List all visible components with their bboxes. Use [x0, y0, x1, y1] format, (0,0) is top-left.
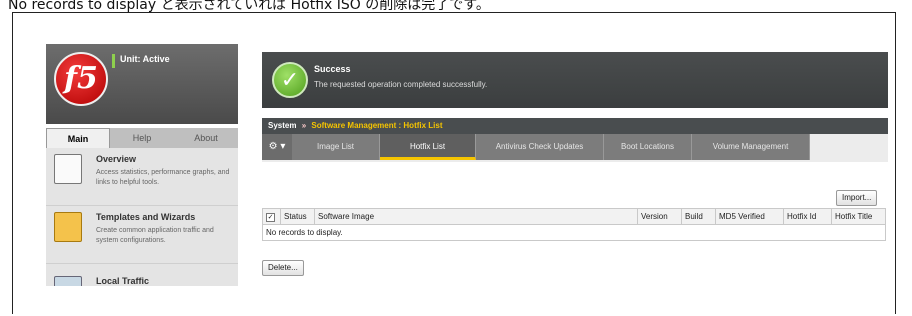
column-status[interactable]: Status [280, 208, 315, 225]
nav-item-templates-wizards[interactable]: Templates and Wizards Create common appl… [46, 206, 238, 264]
nav-item-desc: Access statistics, performance graphs, a… [96, 169, 230, 186]
f5-logo[interactable]: f5 [54, 52, 108, 106]
gear-icon: ⚙ [268, 141, 278, 152]
tab-antivirus-check-updates[interactable]: Antivirus Check Updates [476, 134, 604, 160]
table-row: No records to display. [262, 224, 886, 241]
unit-status: Unit: Active [120, 54, 170, 64]
tab-hotfix-list[interactable]: Hotfix List [380, 134, 476, 160]
tab-boot-locations[interactable]: Boot Locations [604, 134, 692, 160]
breadcrumb-root[interactable]: System [268, 121, 296, 130]
tab-help[interactable]: Help [110, 128, 174, 148]
unit-status-indicator [112, 54, 115, 68]
tab-volume-management[interactable]: Volume Management [692, 134, 810, 160]
column-md5-verified[interactable]: MD5 Verified [715, 208, 784, 225]
sub-navigation: ⚙ ▾ Image List Hotfix List Antivirus Che… [262, 134, 888, 162]
select-all-checkbox[interactable]: ✓ [262, 208, 281, 225]
column-build[interactable]: Build [681, 208, 716, 225]
overview-icon [54, 154, 82, 184]
column-hotfix-title[interactable]: Hotfix Title [831, 208, 886, 225]
nav-item-title: Overview [96, 154, 137, 164]
success-check-icon: ✓ [272, 62, 308, 98]
tab-main[interactable]: Main [46, 128, 110, 148]
empty-message: No records to display. [262, 224, 886, 241]
breadcrumb-path: Software Management : Hotfix List [311, 121, 443, 130]
nav-item-desc: Create common application traffic and sy… [96, 227, 214, 244]
success-banner: ✓ Success The requested operation comple… [262, 52, 888, 108]
nav-item-overview[interactable]: Overview Access statistics, performance … [46, 148, 238, 206]
nav-item-local-traffic[interactable]: Local Traffic [46, 264, 238, 286]
import-button[interactable]: Import... [836, 190, 878, 206]
delete-button[interactable]: Delete... [262, 260, 304, 276]
f5-config-utility: f5 Unit: Active ✓ Success The requested … [46, 44, 888, 286]
column-software-image[interactable]: Software Image [314, 208, 638, 225]
nav-item-title: Templates and Wizards [96, 212, 196, 222]
tab-about[interactable]: About [174, 128, 238, 148]
gear-menu-button[interactable]: ⚙ ▾ [262, 134, 292, 160]
left-tabs: Main Help About [46, 128, 238, 148]
table-header-row: ✓ Status Software Image Version Build MD… [262, 208, 886, 225]
banner-message: The requested operation completed succes… [314, 80, 488, 89]
nav-item-title: Local Traffic [96, 276, 150, 286]
hotfix-table: ✓ Status Software Image Version Build MD… [262, 208, 886, 241]
column-version[interactable]: Version [637, 208, 682, 225]
tab-image-list[interactable]: Image List [292, 134, 380, 160]
clipboard-icon [54, 212, 82, 242]
banner-title: Success [314, 64, 351, 74]
column-hotfix-id[interactable]: Hotfix Id [783, 208, 832, 225]
breadcrumb-separator: » [301, 121, 307, 130]
main-navigation: Overview Access statistics, performance … [46, 148, 238, 286]
logo-header: f5 Unit: Active [46, 44, 238, 124]
breadcrumb: System » Software Management : Hotfix Li… [262, 118, 888, 134]
page: No records to display と表示されていれば Hotfix I… [0, 0, 912, 316]
local-traffic-icon [54, 276, 82, 286]
